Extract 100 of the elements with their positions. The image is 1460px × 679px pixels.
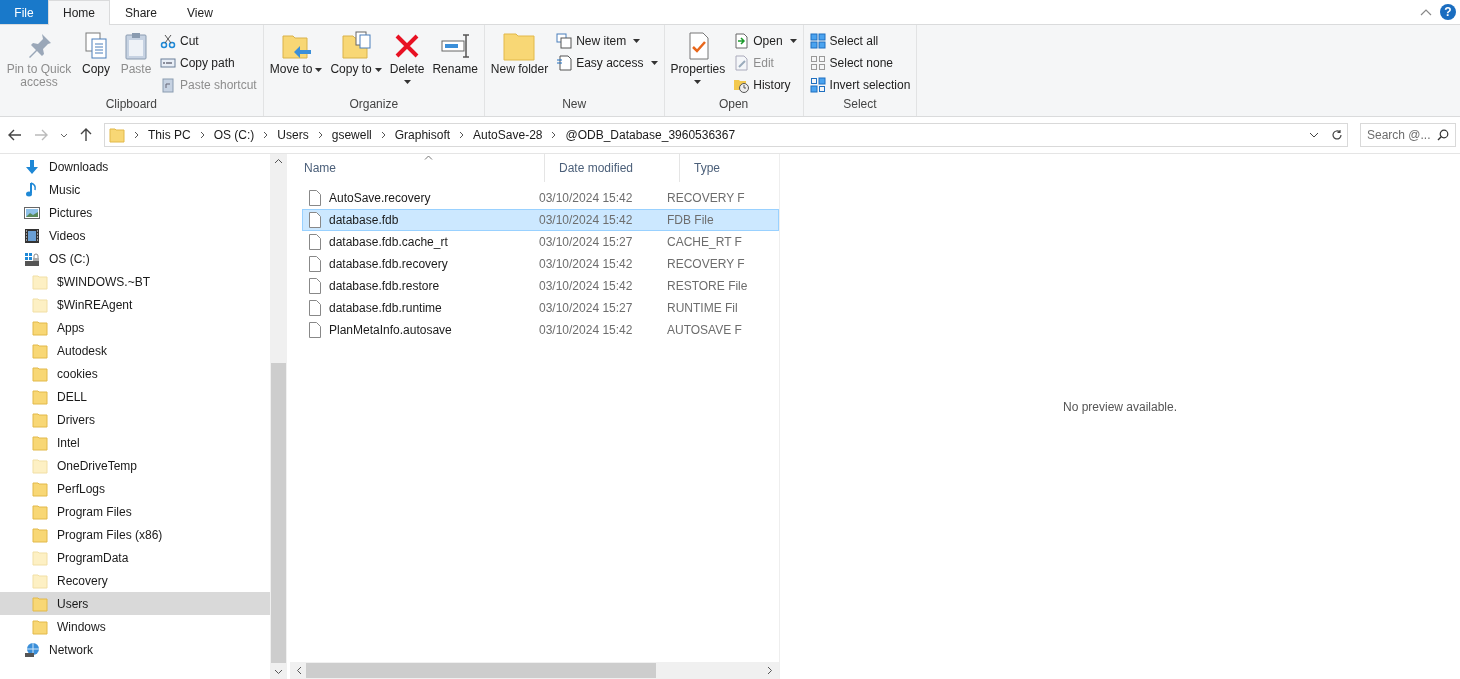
sidebar-item[interactable]: Downloads	[0, 155, 270, 178]
sidebar-item[interactable]: PerfLogs	[0, 477, 270, 500]
column-header[interactable]: Name	[290, 154, 545, 182]
scrollbar-thumb[interactable]	[306, 663, 656, 678]
ribbon-button[interactable]: Copy to	[327, 27, 385, 78]
sidebar-item[interactable]: Network	[0, 638, 270, 661]
folder-icon	[503, 30, 536, 62]
ribbon-button[interactable]: Open	[730, 30, 800, 52]
file-row[interactable]: database.fdb.cache_rt 03/10/2024 15:27 CACHE_RT F	[302, 231, 779, 253]
sidebar-item[interactable]: Autodesk	[0, 339, 270, 362]
sidebar-item[interactable]: OS (C:)	[0, 247, 270, 270]
breadcrumb[interactable]: gsewell	[331, 128, 372, 142]
file-icon	[309, 234, 321, 250]
group-label: Organize	[348, 97, 400, 113]
folder-icon	[32, 503, 48, 520]
file-icon	[309, 212, 321, 228]
chevron-right-icon	[380, 131, 386, 139]
chevron-down-icon[interactable]	[274, 669, 283, 675]
sidebar-item[interactable]: Pictures	[0, 201, 270, 224]
sidebar-item[interactable]: cookies	[0, 362, 270, 385]
ribbon-button[interactable]: Delete	[386, 27, 428, 86]
breadcrumb[interactable]: Graphisoft	[394, 128, 451, 142]
file-row[interactable]: database.fdb 03/10/2024 15:42 FDB File	[302, 209, 779, 231]
chevron-up-icon[interactable]	[274, 158, 283, 164]
file-row[interactable]: database.fdb.restore 03/10/2024 15:42 RESTORE File	[302, 275, 779, 297]
chevron-right-icon	[551, 131, 557, 139]
ribbon-button[interactable]: Copy path	[157, 52, 260, 74]
breadcrumb[interactable]: OS (C:)	[213, 128, 255, 142]
ribbon-button[interactable]: New item	[553, 30, 661, 52]
breadcrumb[interactable]: This PC	[148, 128, 191, 142]
ribbon-button[interactable]: Copy	[77, 27, 115, 78]
chevron-right-icon[interactable]	[767, 666, 773, 675]
sidebar-item[interactable]: OneDriveTemp	[0, 454, 270, 477]
ribbon-button[interactable]: Easy access	[553, 52, 661, 74]
sidebar-item[interactable]: ProgramData	[0, 546, 270, 569]
file-icon	[309, 300, 321, 316]
ribbon-button[interactable]: Properties	[667, 27, 729, 86]
address-field[interactable]: This PC OS (C:) Users gsewell Graphisoft AutoSave-28 @ODB_Database_3960536367	[104, 123, 1348, 147]
sidebar-item[interactable]: Program Files	[0, 500, 270, 523]
folder-icon	[32, 296, 48, 313]
ribbon-button[interactable]: Select none	[806, 52, 914, 74]
table-cell-text: 03/10/2024 15:42	[538, 191, 634, 205]
file-row[interactable]: database.fdb.runtime 03/10/2024 15:27 RUNTIME Fil	[302, 297, 779, 319]
table-cell-text: RESTORE File	[666, 279, 749, 293]
ribbon-button[interactable]: Rename	[429, 27, 481, 78]
group-label: Select	[842, 97, 878, 113]
path-icon	[160, 55, 176, 71]
breadcrumb[interactable]: Users	[277, 128, 309, 142]
chevron-right-icon	[459, 131, 465, 139]
sidebar-item[interactable]: $WINDOWS.~BT	[0, 270, 270, 293]
sidebar-item[interactable]: Intel	[0, 431, 270, 454]
file-row[interactable]: PlanMetaInfo.autosave 03/10/2024 15:42 AUTOSAVE F	[302, 319, 779, 341]
help-button[interactable]: ?	[1440, 4, 1456, 20]
sidebar-item[interactable]: Recovery	[0, 569, 270, 592]
search-icon[interactable]	[1437, 129, 1449, 141]
vertical-scrollbar[interactable]	[270, 154, 287, 679]
page-icon	[556, 55, 573, 71]
horizontal-scrollbar[interactable]	[290, 662, 779, 679]
sidebar-item[interactable]: Apps	[0, 316, 270, 339]
folder-icon	[32, 365, 48, 382]
scrollbar-thumb[interactable]	[271, 363, 286, 663]
preview-message: No preview available.	[1062, 399, 1178, 414]
file-name: database.fdb.runtime	[329, 301, 442, 315]
file-menu-tab[interactable]: File	[0, 0, 48, 24]
sidebar-item[interactable]: $WinREAgent	[0, 293, 270, 316]
chevron-right-icon	[199, 131, 205, 139]
file-icon	[309, 322, 321, 338]
breadcrumb[interactable]: @ODB_Database_3960536367	[565, 128, 736, 142]
ribbon-button[interactable]: Select all	[806, 30, 914, 52]
select-all-icon	[809, 33, 826, 49]
file-row[interactable]: AutoSave.recovery 03/10/2024 15:42 RECOVERY F	[302, 187, 779, 209]
column-header[interactable]: Type	[680, 154, 779, 182]
breadcrumb[interactable]: AutoSave-28	[473, 128, 543, 142]
ribbon-button[interactable]: Invert selection	[806, 74, 914, 96]
table-cell-text: 03/10/2024 15:27	[538, 301, 634, 315]
invert-selection-icon	[809, 77, 826, 93]
sidebar-item[interactable]: Program Files (x86)	[0, 523, 270, 546]
up-arrow-icon[interactable]	[80, 128, 92, 142]
sidebar-item[interactable]: Drivers	[0, 408, 270, 431]
ribbon-button[interactable]: History	[730, 74, 800, 96]
sidebar-item[interactable]: DELL	[0, 385, 270, 408]
table-cell-text: 03/10/2024 15:42	[538, 213, 634, 227]
back-arrow-icon[interactable]	[8, 129, 22, 141]
sidebar-item[interactable]: Users	[0, 592, 270, 615]
sidebar-item[interactable]: Windows	[0, 615, 270, 638]
ribbon-button[interactable]: New folder	[487, 27, 552, 78]
chevron-down-icon[interactable]	[1309, 132, 1319, 138]
file-row[interactable]: database.fdb.recovery 03/10/2024 15:42 RECOVERY F	[302, 253, 779, 275]
sidebar-item[interactable]: Music	[0, 178, 270, 201]
chevron-down-icon[interactable]	[60, 132, 68, 138]
search-field[interactable]: Search @...	[1360, 123, 1456, 147]
chevron-left-icon[interactable]	[296, 666, 302, 675]
sidebar-item[interactable]: Videos	[0, 224, 270, 247]
chevron-up-icon[interactable]	[1420, 8, 1432, 16]
open-icon	[733, 33, 750, 49]
ribbon-tab[interactable]: Home	[48, 0, 110, 25]
ribbon-button[interactable]: Move to	[266, 27, 326, 78]
refresh-icon[interactable]	[1331, 129, 1343, 141]
ribbon-button[interactable]: Cut	[157, 30, 260, 52]
column-header[interactable]: Date modified	[545, 154, 680, 182]
